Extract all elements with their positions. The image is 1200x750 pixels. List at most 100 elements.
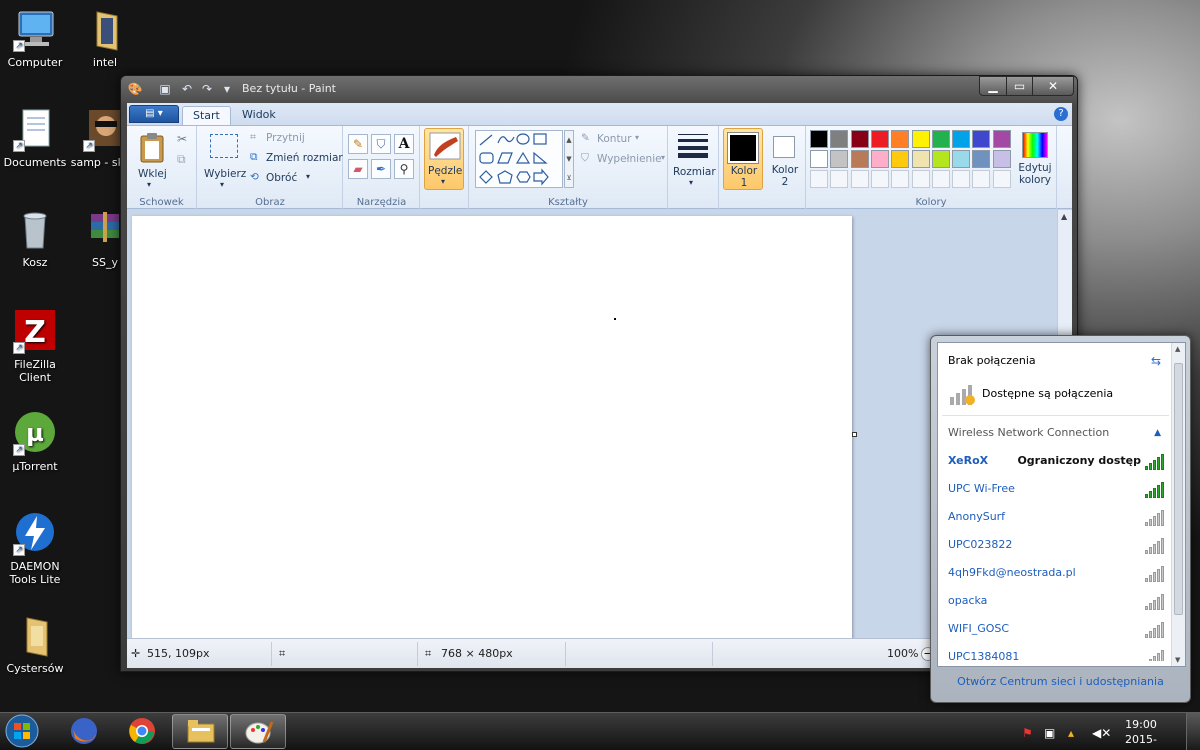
outline-button[interactable]: ✎ Kontur ▾ (581, 132, 667, 148)
desktop-icon-utorrent[interactable]: µ ↗ µTorrent (0, 412, 70, 473)
taskbar-firefox[interactable] (56, 714, 112, 749)
fill-button[interactable]: ⛉ Wypełnienie ▾ (581, 152, 667, 168)
redo-icon[interactable]: ↷ (199, 81, 215, 97)
palette-swatch-empty[interactable] (931, 170, 950, 188)
maximize-button[interactable]: ▭ (1006, 76, 1033, 96)
desktop-icon-filezilla[interactable]: Z ↗ FileZilla Client (0, 310, 70, 384)
tab-widok[interactable]: Widok (232, 106, 286, 125)
palette-swatch-empty[interactable] (911, 170, 930, 188)
palette-swatch[interactable] (972, 130, 991, 148)
desktop-icon-daemon-tools[interactable]: ↗ DAEMON Tools Lite (0, 512, 70, 586)
cut-icon[interactable]: ✂ (177, 132, 187, 146)
tab-start[interactable]: Start (182, 106, 231, 125)
pencil-icon[interactable]: ✎ (348, 134, 368, 154)
network-list-scrollbar[interactable]: ▲ ▼ (1171, 343, 1185, 666)
network-item[interactable]: AnonySurf (948, 507, 1169, 527)
desktop-icon-cystersow[interactable]: Cystersów (0, 614, 70, 675)
size-button[interactable]: Rozmiar ▾ (671, 130, 717, 188)
palette-swatch[interactable] (830, 130, 849, 148)
copy-icon[interactable]: ⧉ (177, 152, 186, 167)
palette-swatch-empty[interactable] (952, 170, 971, 188)
show-desktop-button[interactable] (1186, 713, 1200, 750)
palette-swatch-empty[interactable] (891, 170, 910, 188)
palette-swatch[interactable] (911, 130, 930, 148)
select-button[interactable]: Wybierz ▾ (204, 132, 246, 189)
palette-swatch[interactable] (972, 150, 991, 168)
taskbar-explorer[interactable] (172, 714, 228, 749)
palette-swatch[interactable] (891, 150, 910, 168)
start-button[interactable] (4, 713, 44, 750)
palette-swatch[interactable] (830, 150, 849, 168)
scroll-down-arrow-icon[interactable]: ▼ (1175, 656, 1180, 664)
palette-swatch-empty[interactable] (972, 170, 991, 188)
palette-swatch[interactable] (952, 150, 971, 168)
text-tool-icon[interactable]: A (394, 134, 414, 154)
palette-swatch[interactable] (850, 130, 869, 148)
network-item[interactable]: XeRoX Ograniczony dostęp (948, 451, 1169, 471)
palette-swatch[interactable] (931, 150, 950, 168)
desktop-icon-recycle-bin[interactable]: Kosz (0, 208, 70, 269)
color-picker-icon[interactable]: ✒ (371, 159, 391, 179)
resize-button[interactable]: ⧉ Zmień rozmiar (250, 151, 343, 167)
save-icon[interactable]: ▣ (157, 81, 173, 97)
palette-swatch[interactable] (911, 150, 930, 168)
palette-swatch-empty[interactable] (870, 170, 889, 188)
palette-swatch[interactable] (870, 130, 889, 148)
wireless-section-header[interactable]: Wireless Network Connection ▲ (948, 423, 1161, 443)
fill-bucket-icon[interactable]: ⛉ (371, 134, 391, 154)
palette-swatch[interactable] (952, 130, 971, 148)
magnifier-icon[interactable]: ⚲ (394, 159, 414, 179)
palette-swatch[interactable] (992, 150, 1011, 168)
desktop-icon-computer[interactable]: ↗ Computer (0, 8, 70, 69)
tray-device-icon[interactable]: ▣ (1044, 726, 1055, 740)
undo-icon[interactable]: ↶ (179, 81, 195, 97)
palette-swatch[interactable] (870, 150, 889, 168)
network-item[interactable]: UPC Wi-Free (948, 479, 1169, 499)
open-network-center-link[interactable]: Otwórz Centrum sieci i udostępniania (937, 668, 1184, 696)
drawing-canvas[interactable] (132, 216, 852, 638)
palette-swatch[interactable] (931, 130, 950, 148)
palette-swatch[interactable] (850, 150, 869, 168)
eraser-icon[interactable]: ▰ (348, 159, 368, 179)
shapes-scroll-icon[interactable]: ▲ ▼ ⊻ (564, 130, 574, 188)
color2-button[interactable]: Kolor 2 (765, 128, 803, 190)
paint-app-icon[interactable]: 🎨 (127, 81, 143, 97)
network-item[interactable]: WIFI_GOSC (948, 619, 1169, 639)
scroll-thumb[interactable] (1174, 363, 1183, 615)
network-item[interactable]: UPC023822 (948, 535, 1169, 555)
paste-button[interactable]: Wklej ▾ (135, 132, 169, 189)
network-item[interactable]: opacka (948, 591, 1169, 611)
help-icon[interactable]: ? (1054, 107, 1068, 121)
crop-button[interactable]: ⌗ Przytnij (250, 131, 340, 147)
rotate-button[interactable]: ⟲ Obróć ▾ (250, 171, 340, 187)
network-item[interactable]: UPC1384081 (948, 647, 1169, 661)
palette-swatch-empty[interactable] (992, 170, 1011, 188)
desktop-icon-intel[interactable]: intel (70, 8, 140, 69)
network-status-icon[interactable]: ▴ (1068, 726, 1074, 740)
palette-swatch[interactable] (992, 130, 1011, 148)
palette-swatch[interactable] (891, 130, 910, 148)
scroll-up-arrow-icon[interactable]: ▲ (1175, 345, 1180, 353)
refresh-icon[interactable]: ⇆ (1151, 351, 1161, 371)
color1-button[interactable]: Kolor 1 (723, 128, 763, 190)
palette-swatch[interactable] (810, 150, 828, 168)
palette-swatch-empty[interactable] (810, 170, 828, 188)
canvas-resize-handle-right[interactable] (852, 432, 857, 437)
scroll-up-arrow-icon[interactable]: ▲ (1061, 212, 1067, 221)
brushes-button[interactable]: Pędzle ▾ (424, 128, 464, 190)
palette-swatch[interactable] (810, 130, 828, 148)
edit-colors-button[interactable]: Edytuj kolory (1016, 130, 1054, 190)
volume-muted-icon[interactable]: ◀✕ (1092, 726, 1111, 740)
palette-swatch-empty[interactable] (830, 170, 849, 188)
close-button[interactable]: ✕ (1032, 76, 1074, 96)
desktop-icon-documents[interactable]: ↗ Documents (0, 108, 70, 169)
paint-menu-button[interactable]: ▤ ▾ (129, 105, 179, 123)
clock[interactable]: 19:00 2015-04-18 (1118, 717, 1164, 750)
taskbar-chrome[interactable] (114, 714, 170, 749)
shapes-gallery[interactable] (475, 130, 563, 188)
network-item[interactable]: 4qh9Fkd@neostrada.pl (948, 563, 1169, 583)
minimize-button[interactable]: ▁ (979, 76, 1007, 96)
taskbar-paint[interactable] (230, 714, 286, 749)
customize-toolbar-icon[interactable]: ▾ (219, 81, 235, 97)
action-center-flag-icon[interactable]: ⚑ (1022, 726, 1033, 740)
